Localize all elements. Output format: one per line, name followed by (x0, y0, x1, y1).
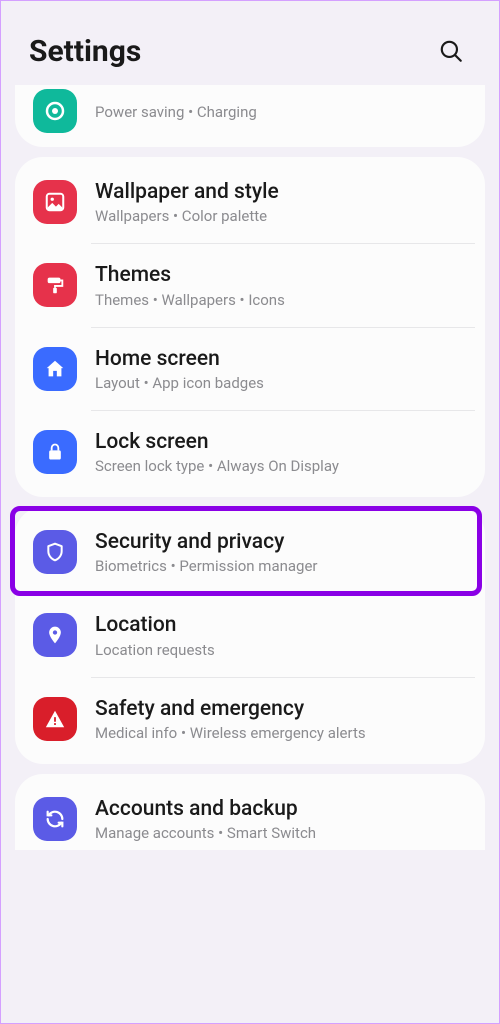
settings-item-sub: Power saving • Charging (95, 103, 257, 121)
settings-item-label: Wallpaper and style (95, 179, 279, 205)
location-pin-icon (33, 613, 77, 657)
settings-item-label: Safety and emergency (95, 696, 366, 722)
settings-group-accounts: Accounts and backup Manage accounts • Sm… (15, 774, 485, 850)
settings-item-label: Accounts and backup (95, 796, 316, 822)
battery-icon (33, 89, 77, 133)
settings-item-sub: Biometrics • Permission manager (95, 557, 318, 575)
settings-item-label: Themes (95, 262, 285, 288)
shield-icon (33, 530, 77, 574)
settings-item-security-privacy[interactable]: Security and privacy Biometrics • Permis… (15, 511, 485, 593)
settings-item-text: Safety and emergency Medical info • Wire… (95, 696, 366, 742)
settings-item-sub: Medical info • Wireless emergency alerts (95, 724, 366, 742)
settings-item-text: Themes Themes • Wallpapers • Icons (95, 262, 285, 308)
header: Settings (1, 1, 499, 85)
settings-item-sub: Screen lock type • Always On Display (95, 457, 339, 475)
settings-item-home-screen[interactable]: Home screen Layout • App icon badges (15, 328, 485, 410)
settings-item-sub: Layout • App icon badges (95, 374, 264, 392)
image-icon (33, 180, 77, 224)
settings-item-safety[interactable]: Safety and emergency Medical info • Wire… (15, 678, 485, 760)
search-button[interactable] (431, 31, 471, 71)
settings-item-text: Wallpaper and style Wallpapers • Color p… (95, 179, 279, 225)
settings-item-lock-screen[interactable]: Lock screen Screen lock type • Always On… (15, 411, 485, 493)
settings-item-battery[interactable]: Power saving • Charging (15, 89, 485, 143)
warning-icon (33, 697, 77, 741)
settings-item-sub: Manage accounts • Smart Switch (95, 824, 316, 842)
search-icon (438, 38, 464, 64)
settings-item-label: Location (95, 612, 215, 638)
sync-icon (33, 797, 77, 841)
settings-item-sub: Location requests (95, 641, 215, 659)
settings-item-text: Accounts and backup Manage accounts • Sm… (95, 796, 316, 842)
home-icon (33, 347, 77, 391)
settings-item-accounts-backup[interactable]: Accounts and backup Manage accounts • Sm… (15, 778, 485, 846)
settings-item-location[interactable]: Location Location requests (15, 594, 485, 676)
settings-item-text: Lock screen Screen lock type • Always On… (95, 429, 339, 475)
settings-item-themes[interactable]: Themes Themes • Wallpapers • Icons (15, 244, 485, 326)
settings-item-text: Security and privacy Biometrics • Permis… (95, 529, 318, 575)
settings-group-battery: Power saving • Charging (15, 85, 485, 147)
settings-item-label: Lock screen (95, 429, 339, 455)
page-title: Settings (29, 34, 141, 69)
lock-icon (33, 430, 77, 474)
settings-item-label: Security and privacy (95, 529, 318, 555)
settings-item-text: Location Location requests (95, 612, 215, 658)
settings-item-sub: Themes • Wallpapers • Icons (95, 291, 285, 309)
paint-roller-icon (33, 263, 77, 307)
settings-item-label: Home screen (95, 346, 264, 372)
settings-group-security: Security and privacy Biometrics • Permis… (15, 507, 485, 764)
settings-item-wallpaper[interactable]: Wallpaper and style Wallpapers • Color p… (15, 161, 485, 243)
settings-item-text: Power saving • Charging (95, 101, 257, 121)
settings-item-sub: Wallpapers • Color palette (95, 207, 279, 225)
settings-group-display: Wallpaper and style Wallpapers • Color p… (15, 157, 485, 497)
settings-item-text: Home screen Layout • App icon badges (95, 346, 264, 392)
